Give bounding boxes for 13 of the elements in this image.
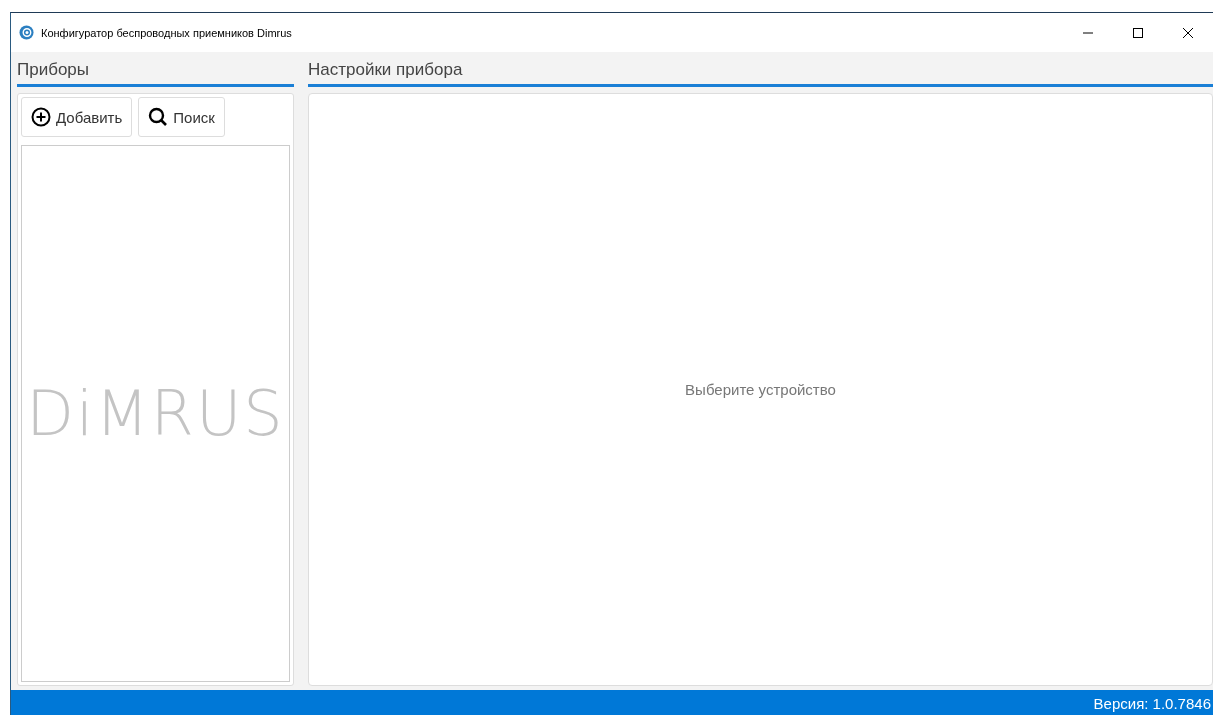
placeholder-text: Выберите устройство (685, 381, 836, 398)
watermark-logo: DiMRUS (26, 377, 285, 450)
add-button[interactable]: Добавить (21, 97, 133, 137)
search-icon (148, 107, 169, 127)
close-icon (1182, 26, 1194, 39)
panel-header: Настройки прибора (308, 56, 1213, 87)
panel-header: Приборы (17, 56, 294, 87)
window-title: Конфигуратор беспроводных приемников Dimrus (41, 26, 292, 39)
app-logo-icon (19, 25, 34, 40)
version-label: Версия: 1.0.7846 (1093, 694, 1211, 712)
plus-circle-icon (31, 107, 51, 127)
search-button[interactable]: Поиск (138, 97, 225, 137)
maximize-icon (1132, 26, 1144, 39)
